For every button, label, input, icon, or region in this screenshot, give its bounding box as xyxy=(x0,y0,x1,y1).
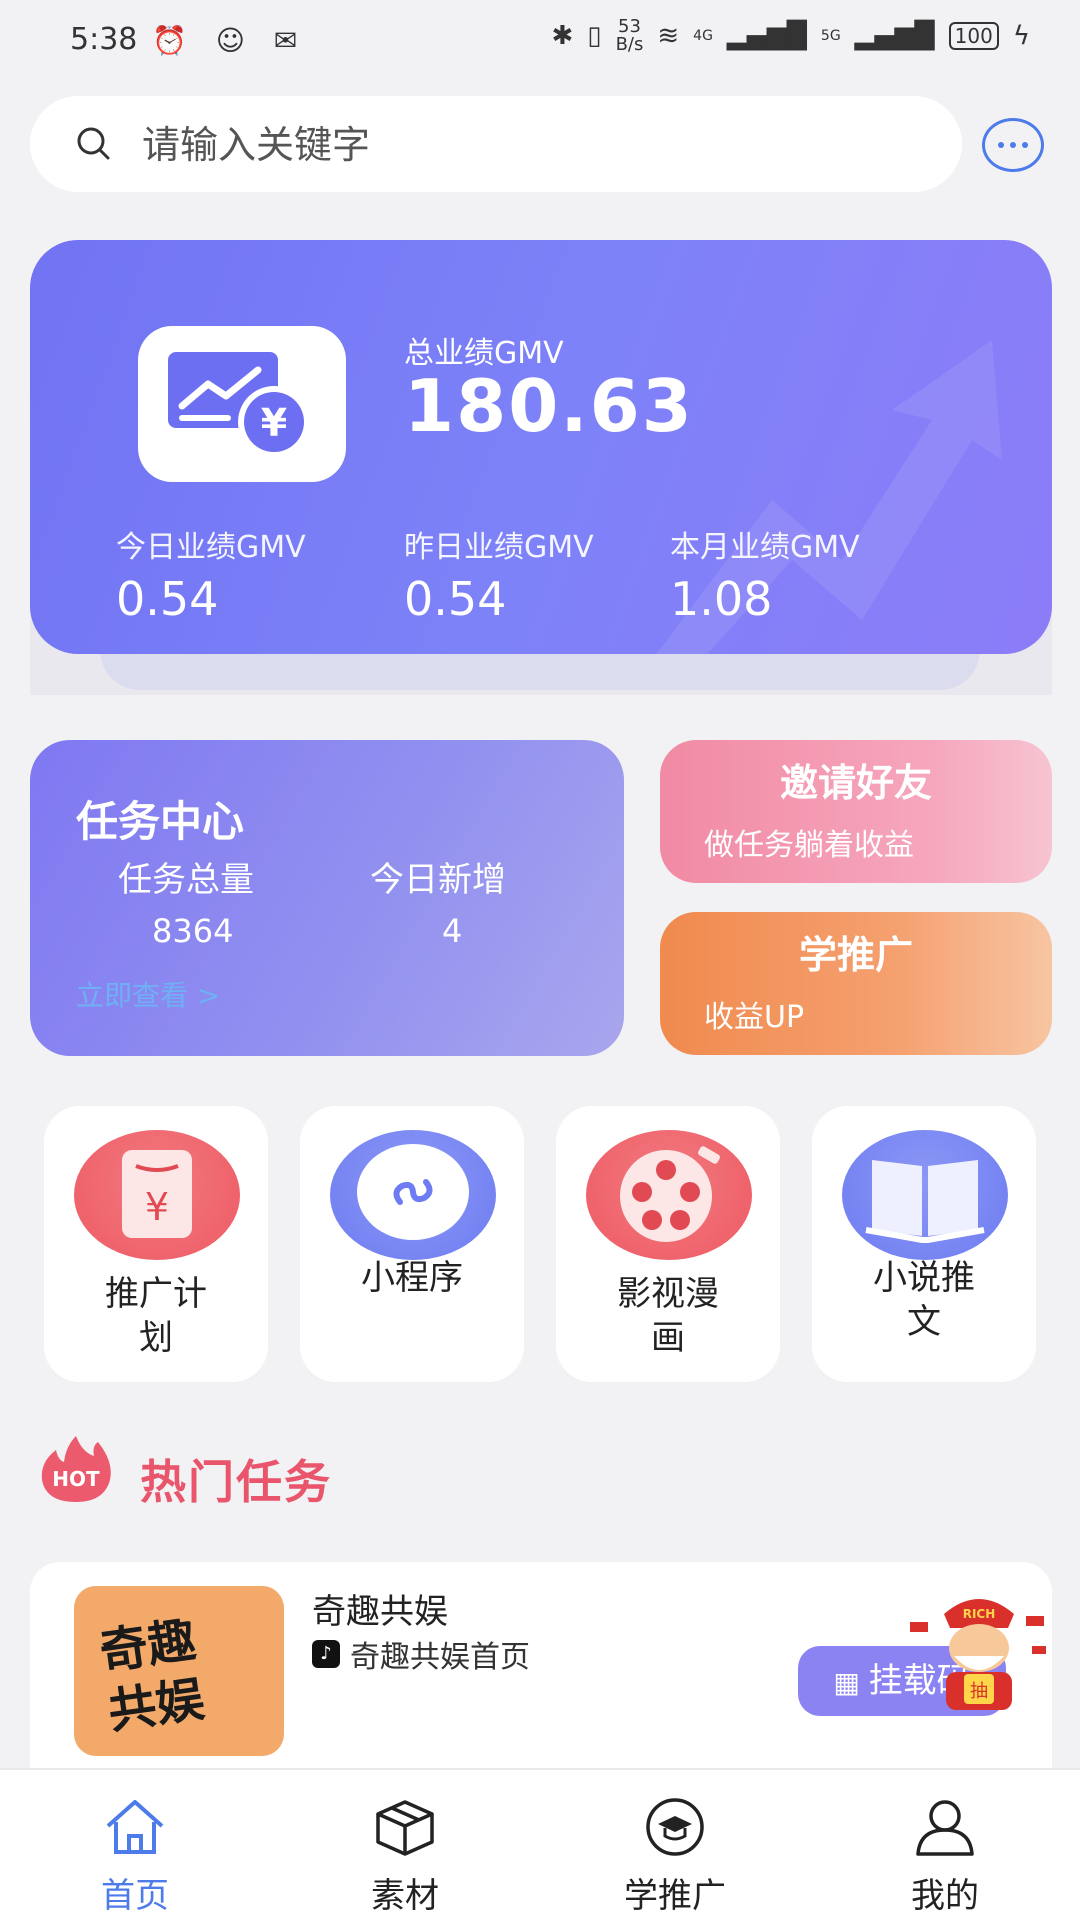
tab-learn-promotion[interactable]: 学推广 xyxy=(540,1770,810,1922)
home-icon xyxy=(106,1800,164,1854)
entry-film-comics[interactable]: 影视漫画 xyxy=(556,1106,780,1382)
invite-friends-card[interactable]: 邀请好友 做任务躺着收益 xyxy=(660,740,1052,883)
vibrate-icon: ▯ xyxy=(587,21,602,51)
svg-text:¥: ¥ xyxy=(261,401,287,445)
entry-label: 影视漫画 xyxy=(617,1274,719,1358)
gmv-month-value: 1.08 xyxy=(670,572,773,626)
status-notification-icons: ⏰ ☺ ✉ xyxy=(152,24,308,57)
svg-text:HOT: HOT xyxy=(52,1467,100,1491)
tiktok-icon: ♪ xyxy=(312,1640,340,1668)
tab-home[interactable]: 首页 xyxy=(0,1770,270,1922)
gmv-yesterday-label: 昨日业绩GMV xyxy=(404,530,594,565)
gmv-icon: ¥ xyxy=(138,326,346,482)
tab-mine-label: 我的 xyxy=(911,1876,979,1916)
dot-icon xyxy=(1010,142,1016,148)
svg-text:RICH: RICH xyxy=(963,1607,996,1621)
learn-subtitle: 收益UP xyxy=(704,1000,805,1035)
dot-icon xyxy=(998,142,1004,148)
task-total-value: 8364 xyxy=(152,912,234,950)
signal-icon: ▂▄▆█ xyxy=(726,21,807,51)
red-envelope-yuan-icon: ¥ xyxy=(74,1130,240,1260)
qr-code-icon: ▦ xyxy=(833,1666,869,1699)
view-now-link[interactable]: 立即查看 > xyxy=(76,974,220,1014)
signal-4g-label: 4G xyxy=(693,28,713,44)
tab-materials-label: 素材 xyxy=(371,1876,439,1916)
status-right-icons: ✱ ▯ 53 B/s ≋ 4G ▂▄▆█ 5G ▂▄▆█ 100 ϟ xyxy=(551,18,1030,54)
box-icon xyxy=(376,1800,434,1856)
learn-title: 学推广 xyxy=(798,933,913,977)
gmv-yesterday-value: 0.54 xyxy=(404,572,507,626)
charging-icon: ϟ xyxy=(1012,21,1030,51)
entry-mini-program[interactable]: 小程序 xyxy=(300,1106,524,1382)
svg-text:¥: ¥ xyxy=(145,1185,169,1229)
invite-subtitle: 做任务躺着收益 xyxy=(704,828,914,863)
user-icon xyxy=(916,1800,974,1856)
search-input[interactable] xyxy=(140,114,924,176)
bluetooth-icon: ✱ xyxy=(551,21,574,51)
thumbnail-logo-text: 奇趣 共娱 xyxy=(96,1611,208,1741)
mini-program-icon xyxy=(330,1130,496,1260)
status-bar: 5:38 ⏰ ☺ ✉ ✱ ▯ 53 B/s ≋ 4G ▂▄▆█ 5G ▂▄▆█ … xyxy=(0,0,1080,84)
signal-5g-label: 5G xyxy=(820,28,841,44)
task-new-value: 4 xyxy=(442,912,463,950)
invite-title: 邀请好友 xyxy=(779,761,932,805)
task-new-label: 今日新增 xyxy=(370,860,506,900)
graduation-cap-icon xyxy=(646,1798,704,1856)
search-icon xyxy=(77,127,110,160)
hot-tasks-title: 热门任务 xyxy=(140,1455,332,1509)
tab-home-label: 首页 xyxy=(101,1876,169,1916)
entry-label: 小说推文 xyxy=(873,1258,975,1342)
learn-promotion-card[interactable]: 学推广 收益UP xyxy=(660,912,1052,1055)
net-speed: 53 B/s xyxy=(616,18,644,54)
film-reel-icon xyxy=(586,1130,752,1260)
search-bar[interactable] xyxy=(30,96,962,192)
gmv-summary-card[interactable]: ¥ 总业绩GMV 180.63 今日业绩GMV 0.54 昨日业绩GMV 0.5… xyxy=(30,240,1052,654)
open-book-icon xyxy=(842,1130,1008,1260)
gmv-month-label: 本月业绩GMV xyxy=(670,530,860,565)
signal-icon: ▂▄▆█ xyxy=(854,21,935,51)
fortune-god-badge[interactable]: RICH 抽 xyxy=(904,1576,1054,1716)
entry-promotion-plan[interactable]: ¥ 推广计划 xyxy=(44,1106,268,1382)
net-speed-unit: B/s xyxy=(615,34,644,55)
hot-flame-icon: HOT xyxy=(36,1432,116,1504)
tab-materials[interactable]: 素材 xyxy=(270,1770,540,1922)
status-time: 5:38 xyxy=(70,22,138,57)
tab-mine[interactable]: 我的 xyxy=(810,1770,1080,1922)
task-center-card[interactable]: 任务中心 任务总量 8364 今日新增 4 立即查看 > xyxy=(30,740,624,1056)
svg-text:抽: 抽 xyxy=(970,1681,988,1702)
gmv-total-value: 180.63 xyxy=(404,364,694,448)
hot-task-subtitle-text: 奇趣共娱首页 xyxy=(350,1640,530,1675)
hot-task-title: 奇趣共娱 xyxy=(312,1592,448,1632)
gmv-today-stat: 今日业绩GMV 0.54 xyxy=(116,522,306,626)
chart-yen-icon: ¥ xyxy=(168,352,310,458)
task-thumbnail: 奇趣 共娱 xyxy=(74,1586,284,1756)
bottom-tab-bar: 首页 素材 学推广 我的 xyxy=(0,1768,1080,1922)
entry-label: 推广计划 xyxy=(105,1274,207,1358)
wifi-icon: ≋ xyxy=(657,21,680,51)
entry-label: 小程序 xyxy=(361,1258,463,1298)
task-total-label: 任务总量 xyxy=(118,860,254,900)
gmv-today-value: 0.54 xyxy=(116,572,219,626)
hot-task-item[interactable]: 奇趣 共娱 奇趣共娱 ♪ 奇趣共娱首页 ▦ 挂载码 xyxy=(30,1562,1052,1772)
gmv-yesterday-stat: 昨日业绩GMV 0.54 xyxy=(404,522,594,626)
task-center-title: 任务中心 xyxy=(76,797,245,846)
more-options-button[interactable] xyxy=(982,118,1044,172)
entry-novel-promotion[interactable]: 小说推文 xyxy=(812,1106,1036,1382)
battery-indicator: 100 xyxy=(948,22,999,50)
gmv-month-stat: 本月业绩GMV 1.08 xyxy=(670,522,860,626)
tab-learn-promotion-label: 学推广 xyxy=(624,1876,726,1916)
hot-task-subtitle: ♪ 奇趣共娱首页 xyxy=(312,1632,530,1676)
gmv-today-label: 今日业绩GMV xyxy=(116,530,306,565)
dot-icon xyxy=(1022,142,1028,148)
